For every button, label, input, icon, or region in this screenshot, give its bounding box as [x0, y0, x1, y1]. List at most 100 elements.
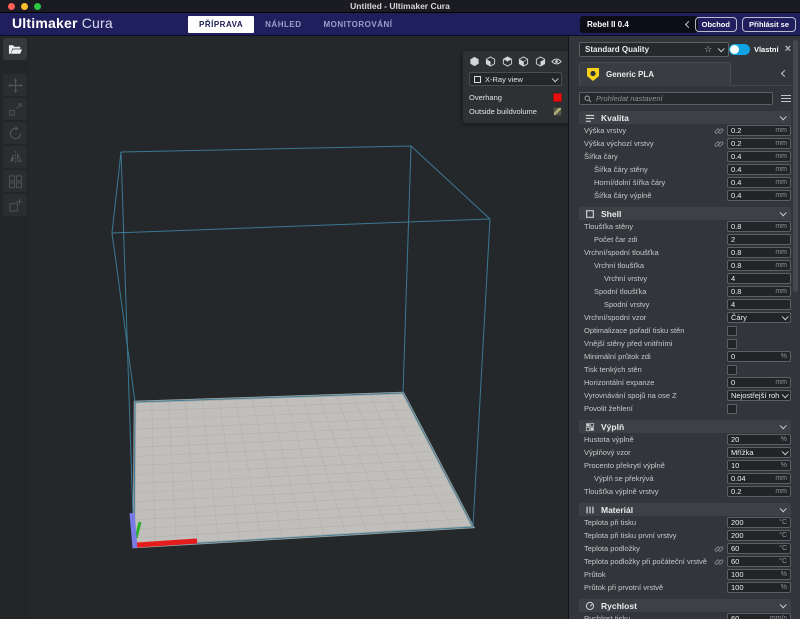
app-logo: Ultimaker Cura — [12, 15, 113, 31]
open-file-button[interactable] — [3, 38, 27, 60]
sign-in-button[interactable]: Přihlásit se — [742, 17, 796, 32]
viewport-3d[interactable]: X-Ray view Overhang Outside buildvolume — [30, 36, 568, 619]
setting-value-field[interactable]: 100% — [727, 569, 791, 580]
setting-value: 4 — [731, 274, 785, 283]
setting-row: Vrchní tloušťka0.8mm — [579, 259, 791, 272]
setting-value-field[interactable]: 200°C — [727, 530, 791, 541]
setting-checkbox[interactable] — [727, 365, 737, 375]
collapse-panel-icon[interactable] — [781, 70, 788, 77]
setting-value-field[interactable]: 0.8mm — [727, 247, 791, 258]
setting-value-field[interactable]: 60°C — [727, 543, 791, 554]
setting-value-field[interactable]: 4 — [727, 299, 791, 310]
setting-value-field[interactable]: 0.8mm — [727, 286, 791, 297]
section-header-kvalita[interactable]: Kvalita — [579, 111, 791, 124]
setting-dropdown[interactable]: Nejostřejší roh — [727, 390, 791, 401]
setting-value-field[interactable]: 10% — [727, 460, 791, 471]
setting-unit: °C — [779, 545, 787, 552]
setting-value-field[interactable]: 0.2mm — [727, 486, 791, 497]
setting-row: Šířka čáry0.4mm — [579, 150, 791, 163]
view-mode-dropdown[interactable]: X-Ray view — [469, 72, 562, 86]
support-blocker-button — [3, 194, 27, 216]
setting-value-field[interactable]: 0.8mm — [727, 221, 791, 232]
view-right-icon[interactable] — [535, 56, 546, 67]
setting-value-field[interactable]: 200°C — [727, 517, 791, 528]
setting-unit: °C — [779, 532, 787, 539]
setting-row: Průtok při prvotní vrstvě100% — [579, 581, 791, 594]
setting-row: Horizontální expanze0mm — [579, 376, 791, 389]
settings-filter-menu-icon[interactable] — [781, 95, 791, 103]
setting-value-field[interactable]: 0% — [727, 351, 791, 362]
setting-value: 0.8 — [731, 261, 773, 270]
setting-value-field[interactable]: 0.4mm — [727, 151, 791, 162]
search-input[interactable]: Prohledat nastavení — [579, 92, 773, 105]
setting-row: Vrchní/spodní vzorČáry — [579, 311, 791, 324]
stage-tab-příprava[interactable]: PŘÍPRAVA — [188, 16, 254, 33]
setting-value: 0.4 — [731, 152, 773, 161]
setting-value: 200 — [731, 531, 777, 540]
setting-label: Vrchní/spodní tloušťka — [579, 248, 727, 257]
setting-value: 0.2 — [731, 126, 773, 135]
stage-tab-monitorování[interactable]: MONITOROVÁNÍ — [313, 16, 404, 33]
setting-value-field[interactable]: 0mm — [727, 377, 791, 388]
setting-label: Vyrovnávání spojů na ose Z — [579, 391, 727, 400]
setting-value: 0.4 — [731, 178, 773, 187]
setting-checkbox[interactable] — [727, 339, 737, 349]
setting-label: Teplota podložky při počáteční vrstvě — [579, 557, 714, 566]
setting-value-field[interactable]: 60mm/s — [727, 613, 791, 619]
section-header-materiál[interactable]: Materiál — [579, 503, 791, 516]
setting-label: Tloušťka stěny — [579, 222, 727, 231]
setting-value-field[interactable]: 2 — [727, 234, 791, 245]
setting-value-field[interactable]: 0.4mm — [727, 190, 791, 201]
setting-value-field[interactable]: 100% — [727, 582, 791, 593]
view-left-icon[interactable] — [518, 56, 529, 67]
setting-dropdown[interactable]: Mřížka — [727, 447, 791, 458]
section-title: Výplň — [601, 422, 780, 432]
setting-checkbox[interactable] — [727, 404, 737, 414]
quality-profile-dropdown[interactable]: Standard Quality ☆ — [579, 42, 729, 57]
section-header-výplň[interactable]: Výplň — [579, 420, 791, 433]
setting-dropdown[interactable]: Čáry — [727, 312, 791, 323]
stage-tab-náhled[interactable]: NÁHLED — [254, 16, 312, 33]
legend-label: Overhang — [469, 93, 553, 102]
section-header-rychlost[interactable]: Rychlost — [579, 599, 791, 612]
extruder-tab[interactable]: Generic PLA — [579, 62, 731, 86]
legend-row: Outside buildvolume — [469, 105, 562, 117]
window-title: Untitled - Ultimaker Cura — [0, 0, 800, 13]
setting-label: Výplň se překrývá — [579, 474, 727, 483]
custom-mode-toggle[interactable] — [729, 44, 750, 55]
setting-unit: mm — [775, 249, 787, 256]
logo-cura: Cura — [82, 15, 113, 31]
setting-value-field[interactable]: 20% — [727, 434, 791, 445]
setting-row: Povolit žehlení — [579, 402, 791, 415]
setting-unit: °C — [779, 519, 787, 526]
setting-value-field[interactable]: 0.04mm — [727, 473, 791, 484]
setting-value-field[interactable]: 60°C — [727, 556, 791, 567]
view-top-icon[interactable] — [502, 56, 513, 67]
setting-row: Výplňový vzorMřížka — [579, 446, 791, 459]
setting-label: Teplota při tisku první vrstvy — [579, 531, 727, 540]
close-icon[interactable]: × — [785, 44, 791, 55]
setting-value-field[interactable]: 0.2mm — [727, 138, 791, 149]
setting-row: Výplň se překrývá0.04mm — [579, 472, 791, 485]
section-header-shell[interactable]: Shell — [579, 207, 791, 220]
setting-row: Minimální průtok zdi0% — [579, 350, 791, 363]
setting-label: Výška vrstvy — [579, 126, 714, 135]
view-eye-icon[interactable] — [551, 56, 562, 67]
setting-row: Výška vrstvy 0.2mm — [579, 124, 791, 137]
setting-value-field[interactable]: 0.4mm — [727, 164, 791, 175]
setting-value-field[interactable]: 0.4mm — [727, 177, 791, 188]
setting-unit: mm — [775, 127, 787, 134]
view-3d-icon[interactable] — [469, 56, 480, 67]
setting-value-field[interactable]: 0.2mm — [727, 125, 791, 136]
setting-value-field[interactable]: 4 — [727, 273, 791, 284]
printer-selector[interactable]: Rebel II 0.4 — [580, 16, 698, 33]
quality-profile-value: Standard Quality — [585, 45, 704, 54]
setting-checkbox[interactable] — [727, 326, 737, 336]
setting-value-field[interactable]: 0.8mm — [727, 260, 791, 271]
setting-row: Šířka čáry stěny0.4mm — [579, 163, 791, 176]
scrollbar-thumb[interactable] — [793, 40, 798, 292]
setting-value: 0.2 — [731, 139, 773, 148]
search-row: Prohledat nastavení — [579, 92, 791, 105]
marketplace-button[interactable]: Obchod — [695, 17, 737, 32]
view-front-icon[interactable] — [485, 56, 496, 67]
